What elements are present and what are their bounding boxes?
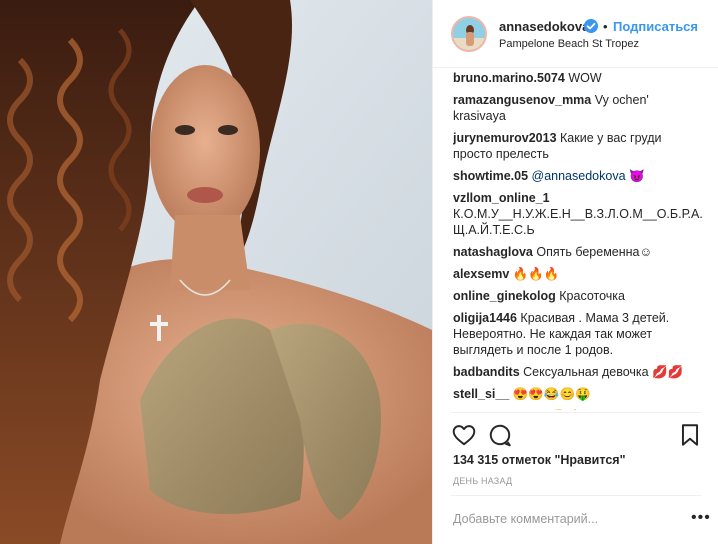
comment-text: Опять беременна☺: [532, 245, 653, 259]
comment-username[interactable]: online_ginekolog: [453, 289, 556, 303]
comment-text: 🔥🔥🔥: [509, 267, 560, 281]
username-link[interactable]: annasedokova: [499, 19, 589, 34]
comment-item: jurynemurov2013 Какие у вас груди просто…: [453, 130, 703, 162]
comment-item: online_ginekolog Красоточка: [453, 288, 703, 304]
comment-text: Красоточка: [555, 289, 625, 303]
comment-text: WOW: [564, 71, 602, 85]
comment-text: Сексуальная девочка 💋💋: [519, 365, 684, 379]
comment-username[interactable]: natashaglova: [453, 245, 533, 259]
comment-item: ramazangusenov_mma Vy ochen' krasivaya: [453, 92, 703, 124]
follow-button[interactable]: Подписаться: [613, 19, 698, 34]
post-side-panel: annasedokova • Подписаться Pampelone Bea…: [432, 0, 718, 544]
post-timestamp[interactable]: ДЕНЬ НАЗАД: [453, 476, 512, 486]
verified-badge-icon: [584, 19, 598, 33]
heart-icon[interactable]: [451, 422, 477, 448]
comment-username[interactable]: showtime.05: [453, 169, 528, 183]
divider: [451, 412, 701, 413]
avatar-image: [453, 18, 485, 50]
comments-list[interactable]: bruno.marino.5074 WOW ramazangusenov_mma…: [453, 70, 703, 410]
instagram-post: annasedokova • Подписаться Pampelone Bea…: [0, 0, 718, 544]
comment-username[interactable]: stell_si__: [453, 387, 509, 401]
separator-dot: •: [603, 19, 608, 34]
more-options-button[interactable]: •••: [691, 510, 711, 526]
comment-username[interactable]: alexsemv: [453, 267, 509, 281]
comment-item: bruno.marino.5074 WOW: [453, 70, 703, 86]
likes-count[interactable]: 134 315 отметок "Нравится": [453, 453, 626, 467]
post-actions: [451, 420, 707, 450]
divider: [451, 495, 701, 496]
post-photo-image: [0, 0, 432, 544]
comment-item: alexsemv 🔥🔥🔥: [453, 266, 703, 282]
comment-item: oligija1446 Красивая . Мама 3 детей. Нев…: [453, 310, 703, 358]
comment-item: badbandits Сексуальная девочка 💋💋: [453, 364, 703, 380]
comment-text: 😍😍😂😊🤑: [509, 387, 591, 401]
comment-bubble-icon[interactable]: [487, 422, 513, 448]
comment-username[interactable]: bruno.marino.5074: [453, 71, 565, 85]
comment-username[interactable]: jurynemurov2013: [453, 131, 557, 145]
location-link[interactable]: Pampelone Beach St Tropez: [499, 38, 639, 50]
post-photo[interactable]: [0, 0, 432, 544]
comment-username[interactable]: ramazangusenov_mma: [453, 93, 591, 107]
comment-text: 😈: [625, 169, 645, 183]
bookmark-icon[interactable]: [677, 422, 703, 448]
comment-text: К.О.М.У__Н.У.Ж.Е.Н__В.З.Л.О.М__О.Б.Р.А.Щ…: [453, 207, 703, 237]
comment-mention-link[interactable]: @annasedokova: [532, 169, 626, 183]
comment-item: stell_si__ 😍😍😂😊🤑: [453, 386, 703, 402]
comment-text: 😳👍: [547, 409, 582, 410]
comment-input[interactable]: [453, 510, 673, 528]
comment-item: showtime.05 @annasedokova 😈: [453, 168, 703, 184]
comment-username[interactable]: cabrio_moscow: [453, 409, 547, 410]
comment-username[interactable]: vzllom_online_1: [453, 191, 550, 205]
comment-username[interactable]: oligija1446: [453, 311, 517, 325]
post-header: annasedokova • Подписаться Pampelone Bea…: [433, 0, 718, 68]
avatar[interactable]: [451, 16, 487, 52]
comment-item: vzllom_online_1 К.О.М.У__Н.У.Ж.Е.Н__В.З.…: [453, 190, 703, 238]
comment-username[interactable]: badbandits: [453, 365, 520, 379]
comment-item: cabrio_moscow 😳👍: [453, 408, 703, 410]
comment-item: natashaglova Опять беременна☺: [453, 244, 703, 260]
